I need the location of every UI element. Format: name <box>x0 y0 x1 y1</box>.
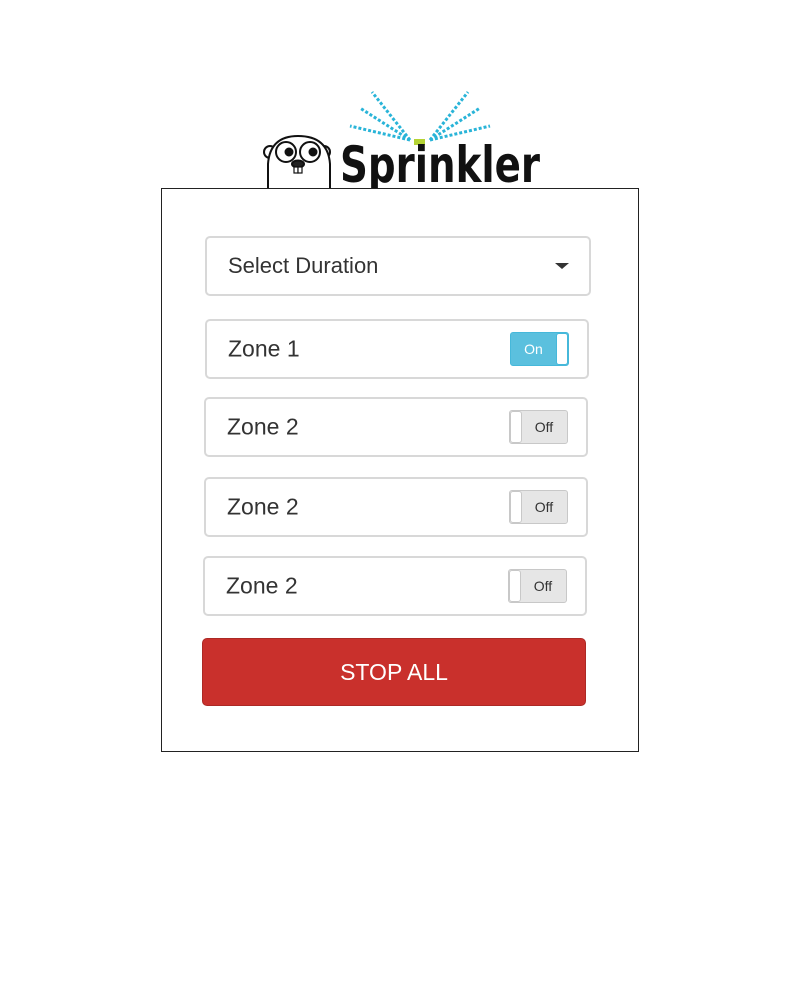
duration-select[interactable]: Select Duration <box>205 236 591 296</box>
zone-toggle[interactable]: Off <box>509 410 568 444</box>
stop-all-button[interactable]: STOP ALL <box>202 638 586 706</box>
toggle-knob[interactable] <box>556 333 568 365</box>
toggle-state-label: Off <box>534 419 554 435</box>
zone-row: Zone 2 Off <box>203 556 587 616</box>
zone-label: Zone 2 <box>227 493 299 520</box>
sprinkler-logo: Sprinkler <box>258 86 548 188</box>
zone-label: Zone 2 <box>227 413 299 440</box>
control-panel: Select Duration Zone 1 On Zone 2 Off Zon… <box>161 188 639 752</box>
zone-toggle[interactable]: Off <box>509 490 568 524</box>
zone-label: Zone 1 <box>228 335 300 362</box>
zone-toggle[interactable]: Off <box>508 569 567 603</box>
spray-icon <box>349 91 491 142</box>
toggle-state-label: Off <box>534 499 554 515</box>
zone-toggle[interactable]: On <box>510 332 569 366</box>
logo-text: Sprinkler <box>340 136 540 188</box>
duration-select-value: Select Duration <box>228 253 379 278</box>
zone-label: Zone 2 <box>226 572 298 599</box>
zone-row: Zone 2 Off <box>204 397 588 457</box>
toggle-state-label: On <box>524 341 543 357</box>
zone-row: Zone 2 Off <box>204 477 588 537</box>
chevron-down-icon[interactable] <box>555 263 569 269</box>
gopher-icon <box>263 134 331 188</box>
toggle-state-label: Off <box>533 578 553 594</box>
zone-row: Zone 1 On <box>205 319 589 379</box>
